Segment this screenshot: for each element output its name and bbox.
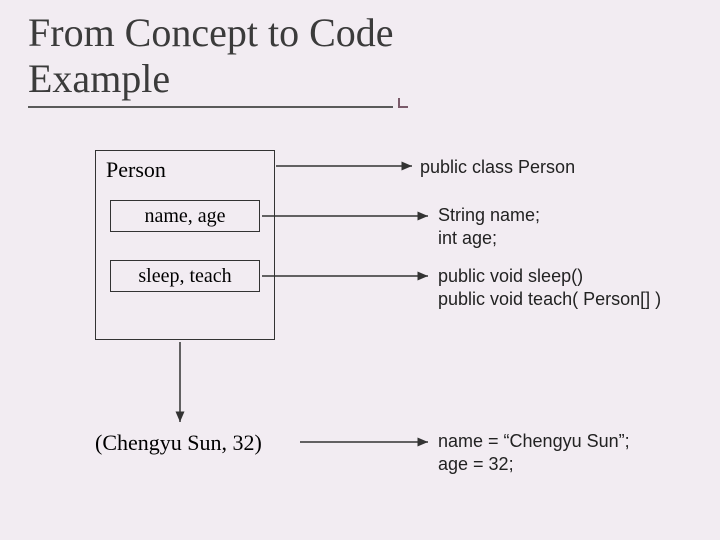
code-instance-assignment: name = “Chengyu Sun”; age = 32;: [438, 430, 630, 477]
title-underline: [28, 106, 393, 108]
uml-methods-box: sleep, teach: [110, 260, 260, 292]
title-line-2: Example: [28, 56, 170, 101]
code-methods: public void sleep() public void teach( P…: [438, 265, 661, 312]
title-accent-icon: [398, 98, 408, 108]
title-line-1: From Concept to Code: [28, 10, 394, 55]
slide-title: From Concept to Code Example: [0, 0, 720, 102]
code-class-declaration: public class Person: [420, 156, 575, 179]
uml-attributes-box: name, age: [110, 200, 260, 232]
code-fields: String name; int age;: [438, 204, 540, 251]
uml-class-box: Person: [95, 150, 275, 340]
diagram-area: Person name, age sleep, teach (Chengyu S…: [0, 150, 720, 540]
uml-class-name: Person: [96, 151, 274, 189]
uml-instance-label: (Chengyu Sun, 32): [95, 430, 262, 456]
